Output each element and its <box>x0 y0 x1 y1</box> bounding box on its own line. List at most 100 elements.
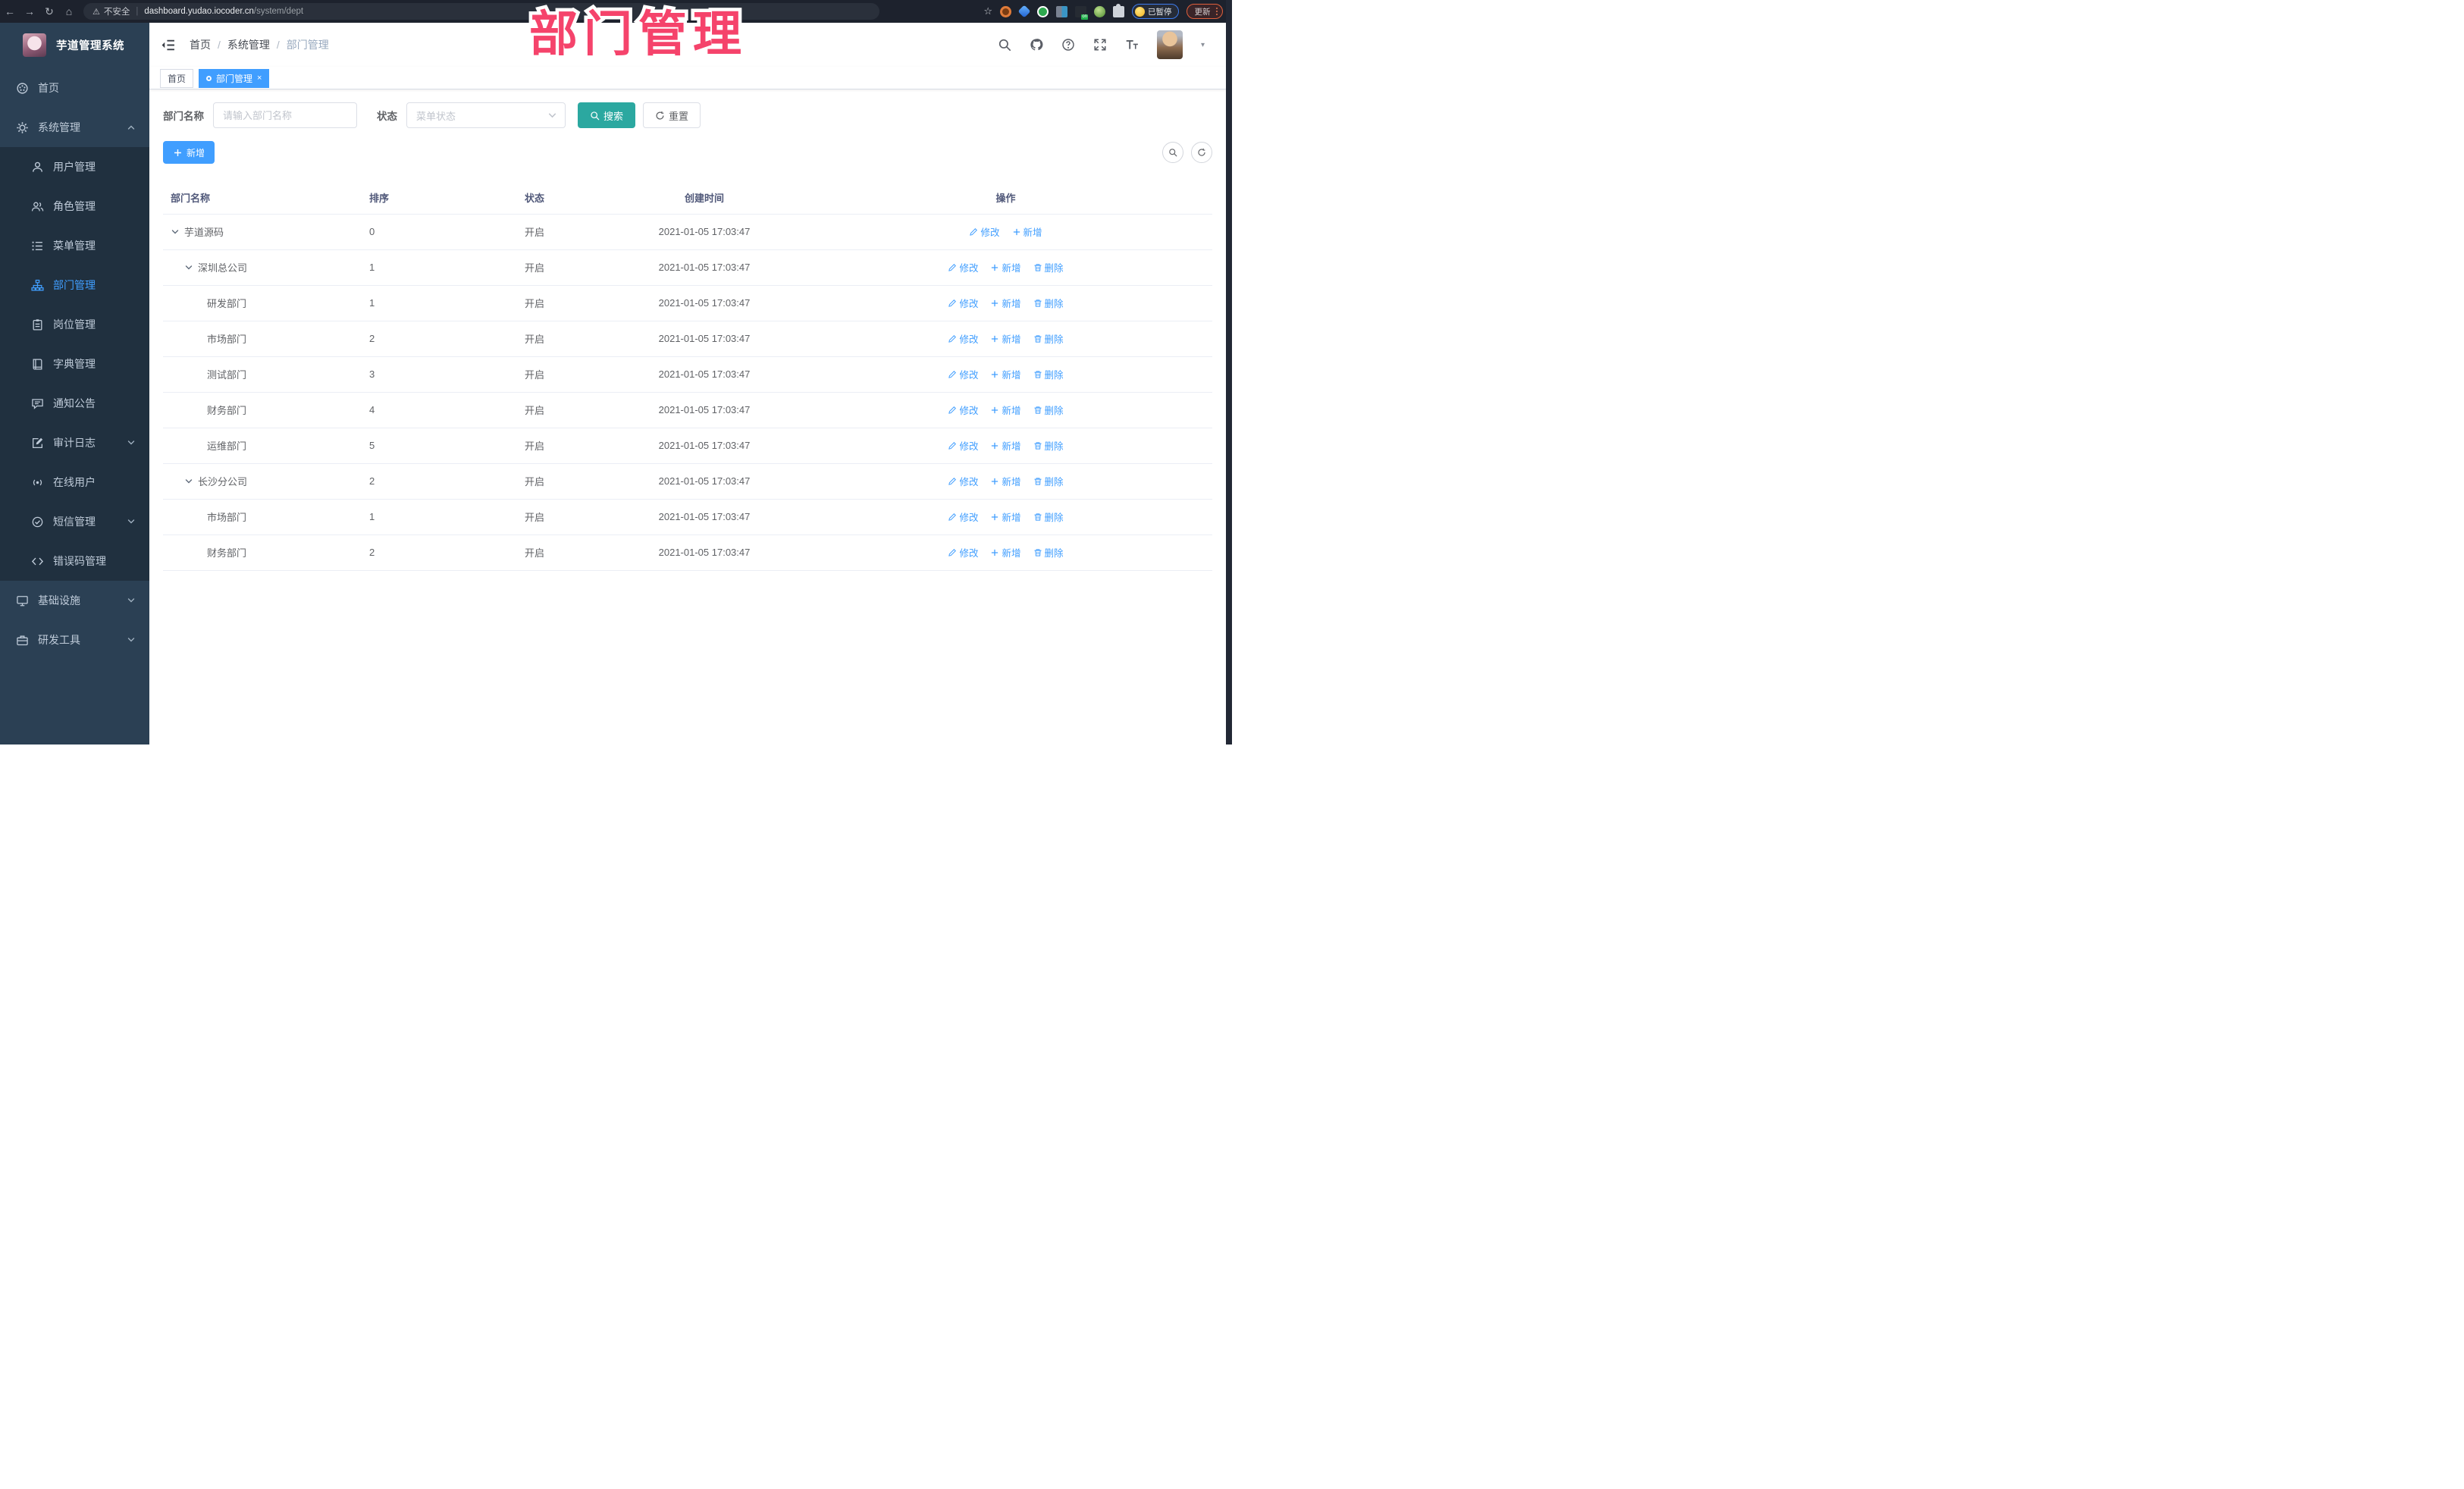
search-icon[interactable] <box>998 38 1011 52</box>
add-child-link[interactable]: 新增 <box>990 545 1021 560</box>
sidebar-item-error-codes[interactable]: 错误码管理 <box>0 541 149 581</box>
delete-link[interactable]: 删除 <box>1033 438 1064 453</box>
home-icon[interactable]: ⌂ <box>59 5 79 17</box>
sidebar-menu: 首页 系统管理 用户管理 角色管理 菜单管理 部门管理 岗位管理 字典管理 通知… <box>0 68 149 660</box>
edit-link[interactable]: 修改 <box>969 224 1000 239</box>
sidebar-item-audit-log[interactable]: 审计日志 <box>0 423 149 462</box>
sidebar-item-label: 部门管理 <box>53 279 96 291</box>
browser-update-button[interactable]: 更新 <box>1186 4 1223 19</box>
extension-icon-orange[interactable] <box>1000 5 1011 17</box>
plus-icon <box>990 477 999 486</box>
breadcrumb-system[interactable]: 系统管理 <box>227 37 270 52</box>
delete-link[interactable]: 删除 <box>1033 367 1064 381</box>
sidebar-item-roles[interactable]: 角色管理 <box>0 187 149 226</box>
scrollbar-track[interactable] <box>1226 0 1232 744</box>
search-button[interactable]: 搜索 <box>578 102 636 128</box>
fullscreen-icon[interactable] <box>1093 38 1107 52</box>
add-child-link[interactable]: 新增 <box>990 403 1021 417</box>
dept-name-input[interactable] <box>213 102 357 128</box>
table-row: 深圳总公司 1 开启 2021-01-05 17:03:47 修改 新增 删除 <box>163 249 1212 286</box>
tree-expand-icon[interactable] <box>171 227 180 237</box>
delete-link[interactable]: 删除 <box>1033 403 1064 417</box>
sidebar-fold-icon[interactable] <box>161 38 175 52</box>
address-bar[interactable]: ⚠ 不安全 | dashboard.yudao.iocoder.cn /syst… <box>83 3 879 20</box>
sidebar-item-label: 通知公告 <box>53 397 96 409</box>
add-child-link[interactable]: 新增 <box>1012 224 1042 239</box>
delete-link[interactable]: 删除 <box>1033 545 1064 560</box>
tab-departments[interactable]: 部门管理 × <box>199 69 270 88</box>
sidebar-item-system[interactable]: 系统管理 <box>0 108 149 147</box>
add-child-link[interactable]: 新增 <box>990 331 1021 346</box>
add-child-link[interactable]: 新增 <box>990 260 1021 274</box>
reload-icon[interactable]: ↻ <box>39 5 59 18</box>
add-child-link[interactable]: 新增 <box>990 474 1021 488</box>
delete-link[interactable]: 删除 <box>1033 260 1064 274</box>
delete-link[interactable]: 删除 <box>1033 296 1064 310</box>
table-row: 市场部门 1 开启 2021-01-05 17:03:47 修改 新增 删除 <box>163 499 1212 535</box>
tab-home[interactable]: 首页 <box>160 69 194 88</box>
table-row: 财务部门 2 开启 2021-01-05 17:03:47 修改 新增 删除 <box>163 534 1212 571</box>
sidebar-item-notice[interactable]: 通知公告 <box>0 384 149 423</box>
close-icon[interactable]: × <box>257 74 262 83</box>
github-icon[interactable] <box>1030 38 1043 52</box>
edit-link[interactable]: 修改 <box>948 260 978 274</box>
dept-created-time: 2021-01-05 17:03:47 <box>610 321 799 357</box>
sidebar-item-menus[interactable]: 菜单管理 <box>0 226 149 265</box>
help-icon[interactable] <box>1061 38 1075 52</box>
sidebar-item-dict[interactable]: 字典管理 <box>0 344 149 384</box>
tree-expand-icon[interactable] <box>184 477 193 486</box>
trash-icon <box>1033 263 1042 272</box>
extension-icon-gem[interactable] <box>1017 5 1031 18</box>
add-button[interactable]: 新增 <box>163 141 215 164</box>
edit-link[interactable]: 修改 <box>948 296 978 310</box>
extension-icon-green[interactable] <box>1037 5 1049 17</box>
breadcrumb-home[interactable]: 首页 <box>190 37 211 52</box>
sidebar-item-posts[interactable]: 岗位管理 <box>0 305 149 344</box>
app-logo-row[interactable]: 芋道管理系统 <box>0 23 149 67</box>
add-child-link[interactable]: 新增 <box>990 296 1021 310</box>
org-tree-icon <box>31 279 44 292</box>
back-icon[interactable]: ← <box>0 5 20 17</box>
reset-button[interactable]: 重置 <box>643 102 701 128</box>
sidebar-item-online-users[interactable]: 在线用户 <box>0 462 149 502</box>
add-child-link[interactable]: 新增 <box>990 509 1021 524</box>
url-separator: | <box>136 7 139 16</box>
font-size-icon[interactable] <box>1125 38 1139 52</box>
sidebar-item-home[interactable]: 首页 <box>0 68 149 108</box>
refresh-table-button[interactable] <box>1191 142 1212 163</box>
status-select[interactable]: 菜单状态 <box>406 102 566 128</box>
sidebar-item-infrastructure[interactable]: 基础设施 <box>0 581 149 620</box>
add-child-link[interactable]: 新增 <box>990 438 1021 453</box>
browser-menu-icon[interactable] <box>1215 7 1218 16</box>
delete-link[interactable]: 删除 <box>1033 331 1064 346</box>
extension-icon-squares[interactable] <box>1056 5 1067 17</box>
main-content: 部门名称 状态 菜单状态 搜索 重置 新增 <box>149 90 1226 744</box>
edit-link[interactable]: 修改 <box>948 474 978 488</box>
delete-link[interactable]: 删除 <box>1033 509 1064 524</box>
edit-link[interactable]: 修改 <box>948 367 978 381</box>
edit-link[interactable]: 修改 <box>948 545 978 560</box>
sidebar-item-sms[interactable]: 短信管理 <box>0 502 149 541</box>
sidebar-item-users[interactable]: 用户管理 <box>0 147 149 187</box>
edit-link[interactable]: 修改 <box>948 438 978 453</box>
chevron-down-icon <box>127 596 136 605</box>
toggle-search-button[interactable] <box>1162 142 1183 163</box>
bookmark-star-icon[interactable]: ☆ <box>983 5 992 17</box>
tree-expand-icon[interactable] <box>184 263 193 272</box>
users-icon <box>31 200 44 213</box>
forward-icon[interactable]: → <box>20 5 39 17</box>
edit-link[interactable]: 修改 <box>948 403 978 417</box>
extension-icon-switch[interactable] <box>1075 5 1088 20</box>
extensions-puzzle-icon[interactable] <box>1113 3 1124 17</box>
avatar[interactable] <box>1156 30 1183 59</box>
edit-link[interactable]: 修改 <box>948 331 978 346</box>
add-child-link[interactable]: 新增 <box>990 367 1021 381</box>
browser-profile-chip[interactable]: 已暂停 <box>1132 4 1179 19</box>
sidebar-item-dev-tools[interactable]: 研发工具 <box>0 620 149 660</box>
sidebar-item-departments[interactable]: 部门管理 <box>0 265 149 305</box>
extension-icon-key[interactable] <box>1094 5 1105 17</box>
caret-down-icon[interactable]: ▾ <box>1201 41 1205 49</box>
edit-link[interactable]: 修改 <box>948 509 978 524</box>
trash-icon <box>1033 513 1042 522</box>
delete-link[interactable]: 删除 <box>1033 474 1064 488</box>
